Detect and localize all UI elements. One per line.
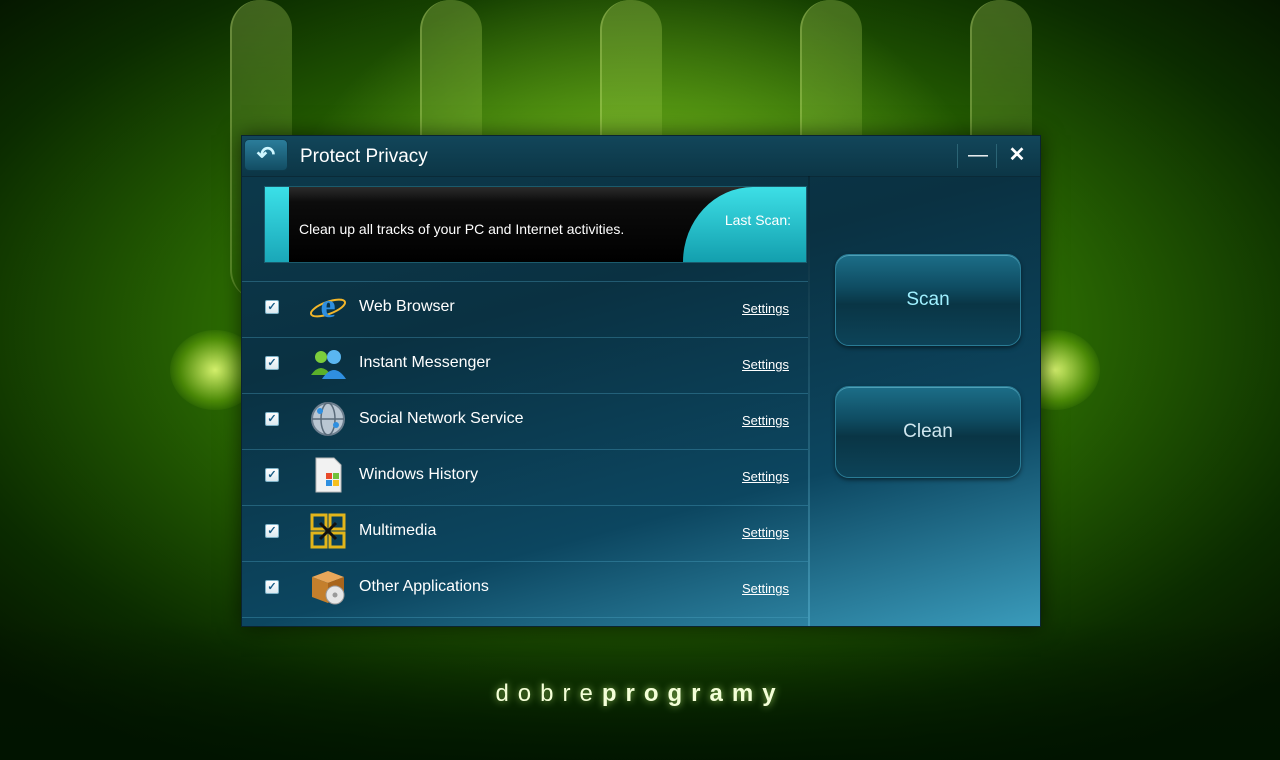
close-icon: ✕	[1008, 144, 1026, 166]
software-box-icon	[308, 567, 348, 607]
item-label: Other Applications	[359, 578, 489, 595]
brand-part-1: dobre	[495, 680, 602, 707]
internet-explorer-icon: e	[308, 287, 348, 327]
messenger-icon	[308, 343, 348, 383]
instant-messenger-checkbox[interactable]: ✓	[265, 356, 279, 370]
list-item-other-applications: ✓ Other Applications Settings	[242, 561, 808, 618]
panel-divider	[808, 176, 810, 626]
svg-text:e: e	[320, 288, 335, 325]
banner-accent-left	[265, 187, 289, 262]
item-label: Social Network Service	[359, 410, 524, 427]
globe-network-icon	[308, 399, 348, 439]
list-item-web-browser: ✓ e Web Browser Settings	[242, 281, 808, 337]
list-item-multimedia: ✓ Multimedia Settings	[242, 505, 808, 561]
clean-button[interactable]: Clean	[835, 386, 1021, 478]
banner-text: Clean up all tracks of your PC and Inter…	[299, 221, 625, 237]
protect-privacy-window: ↶ Protect Privacy — ✕ Clean up all track…	[241, 135, 1041, 627]
list-item-windows-history: ✓ Windows History Settings	[242, 449, 808, 505]
brand-part-2: programy	[601, 680, 785, 707]
multimedia-settings-link[interactable]: Settings	[742, 525, 789, 540]
minimize-button[interactable]: —	[964, 144, 992, 168]
multimedia-icon	[308, 511, 348, 551]
window-title: Protect Privacy	[300, 146, 428, 167]
brand-logo: dobreprogramy	[0, 680, 1280, 708]
close-button[interactable]: ✕	[1004, 144, 1030, 168]
scan-button[interactable]: Scan	[835, 254, 1021, 346]
back-button[interactable]: ↶	[244, 139, 288, 171]
windows-history-settings-link[interactable]: Settings	[742, 469, 789, 484]
banner-accent-right: Last Scan:	[683, 187, 806, 262]
instant-messenger-settings-link[interactable]: Settings	[742, 357, 789, 372]
titlebar: ↶ Protect Privacy — ✕	[242, 136, 1040, 177]
windows-history-checkbox[interactable]: ✓	[265, 468, 279, 482]
privacy-items-list: ✓ e Web Browser Settings ✓ Instant Messe…	[242, 281, 808, 618]
minimize-icon: —	[968, 144, 988, 166]
web-browser-settings-link[interactable]: Settings	[742, 301, 789, 316]
multimedia-checkbox[interactable]: ✓	[265, 524, 279, 538]
list-item-instant-messenger: ✓ Instant Messenger Settings	[242, 337, 808, 393]
last-scan-label: Last Scan:	[724, 212, 791, 228]
back-arrow-icon: ↶	[256, 142, 276, 167]
info-banner: Clean up all tracks of your PC and Inter…	[264, 186, 807, 263]
titlebar-separator	[996, 144, 997, 168]
web-browser-checkbox[interactable]: ✓	[265, 300, 279, 314]
list-item-social-network: ✓ Social Network Service Settings	[242, 393, 808, 449]
item-label: Instant Messenger	[359, 354, 491, 371]
other-applications-settings-link[interactable]: Settings	[742, 581, 789, 596]
item-label: Web Browser	[359, 298, 455, 315]
item-label: Multimedia	[359, 522, 437, 539]
social-network-settings-link[interactable]: Settings	[742, 413, 789, 428]
windows-document-icon	[308, 455, 348, 495]
titlebar-separator	[957, 144, 958, 168]
item-label: Windows History	[359, 466, 479, 483]
other-applications-checkbox[interactable]: ✓	[265, 580, 279, 594]
social-network-checkbox[interactable]: ✓	[265, 412, 279, 426]
